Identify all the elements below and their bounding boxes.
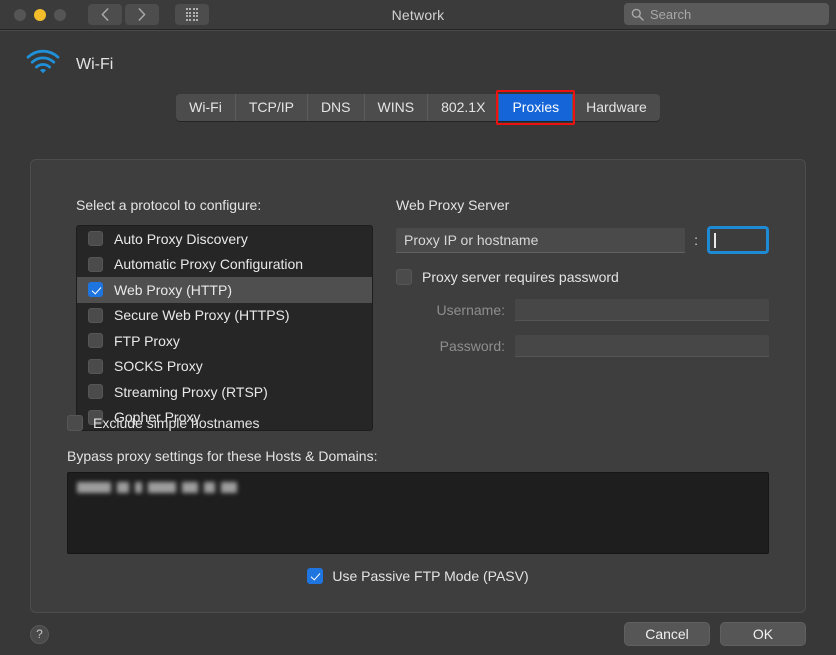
protocol-list-label: Select a protocol to configure: bbox=[76, 197, 262, 213]
requires-password-row[interactable]: Proxy server requires password bbox=[396, 269, 769, 285]
protocol-label: Secure Web Proxy (HTTPS) bbox=[114, 307, 290, 324]
host-port-separator: : bbox=[694, 232, 698, 248]
tab-label: Proxies bbox=[512, 99, 560, 115]
tab-wifi[interactable]: Wi-Fi bbox=[176, 94, 236, 121]
traffic-lights bbox=[0, 8, 66, 21]
protocol-row-socks-proxy[interactable]: SOCKS Proxy bbox=[77, 354, 372, 380]
ok-button[interactable]: OK bbox=[720, 622, 806, 646]
proxy-host-row: : bbox=[396, 226, 769, 254]
tab-label: WINS bbox=[377, 99, 415, 115]
proxy-port-input[interactable] bbox=[707, 226, 769, 254]
protocol-label: SOCKS Proxy bbox=[114, 358, 203, 375]
show-all-button[interactable] bbox=[175, 4, 209, 25]
password-label: Password: bbox=[439, 338, 505, 354]
proxy-host-input[interactable] bbox=[396, 227, 686, 253]
tab-label: Hardware bbox=[586, 99, 647, 115]
protocol-checkbox[interactable] bbox=[88, 307, 103, 323]
navigation-buttons bbox=[88, 4, 159, 25]
username-row: Username: bbox=[396, 299, 769, 321]
service-header: Wi-Fi bbox=[0, 31, 836, 80]
tab-8021x[interactable]: 802.1X bbox=[428, 94, 500, 121]
protocol-checkbox[interactable] bbox=[88, 256, 103, 272]
protocol-row-streaming-proxy-rtsp[interactable]: Streaming Proxy (RTSP) bbox=[77, 379, 372, 405]
network-preferences-window: Network Search Wi-Fi Wi-Fi TCP/IP DNS WI… bbox=[0, 0, 836, 655]
tab-dns[interactable]: DNS bbox=[308, 94, 365, 121]
protocol-checkbox[interactable] bbox=[88, 358, 103, 374]
cancel-button[interactable]: Cancel bbox=[624, 622, 710, 646]
chevron-right-icon bbox=[138, 8, 146, 21]
search-field[interactable]: Search bbox=[624, 3, 829, 25]
window-toolbar: Network Search bbox=[0, 0, 836, 30]
protocol-row-secure-web-proxy-https[interactable]: Secure Web Proxy (HTTPS) bbox=[77, 303, 372, 329]
username-input bbox=[515, 299, 769, 321]
tab-wins[interactable]: WINS bbox=[365, 94, 429, 121]
preferences-content: Wi-Fi Wi-Fi TCP/IP DNS WINS 802.1X Proxi… bbox=[0, 30, 836, 655]
search-placeholder: Search bbox=[650, 6, 692, 22]
tab-label: DNS bbox=[320, 99, 351, 115]
text-caret bbox=[714, 232, 716, 248]
tab-label: Wi-Fi bbox=[189, 99, 222, 115]
help-button[interactable]: ? bbox=[30, 624, 49, 644]
username-label: Username: bbox=[436, 302, 505, 318]
protocol-label: Automatic Proxy Configuration bbox=[114, 256, 304, 273]
exclude-simple-hostnames-row[interactable]: Exclude simple hostnames bbox=[67, 415, 260, 431]
protocol-checkbox[interactable] bbox=[88, 282, 103, 298]
redacted-content bbox=[68, 473, 768, 493]
exclude-simple-hostnames-label: Exclude simple hostnames bbox=[93, 415, 260, 431]
search-icon bbox=[631, 8, 644, 21]
password-input bbox=[515, 335, 769, 357]
passive-ftp-checkbox[interactable] bbox=[307, 568, 324, 584]
protocol-row-automatic-proxy-configuration[interactable]: Automatic Proxy Configuration bbox=[77, 252, 372, 278]
proxies-panel: Select a protocol to configure: Auto Pro… bbox=[30, 159, 806, 613]
minimize-button[interactable] bbox=[34, 8, 46, 21]
back-button[interactable] bbox=[88, 4, 122, 25]
close-button[interactable] bbox=[14, 8, 26, 21]
passive-ftp-row[interactable]: Use Passive FTP Mode (PASV) bbox=[31, 568, 805, 584]
requires-password-label: Proxy server requires password bbox=[422, 269, 619, 285]
dialog-footer: ? Cancel OK bbox=[0, 613, 836, 655]
exclude-simple-hostnames-checkbox[interactable] bbox=[67, 415, 83, 431]
zoom-button[interactable] bbox=[54, 8, 66, 21]
help-icon: ? bbox=[36, 627, 43, 641]
bypass-label: Bypass proxy settings for these Hosts & … bbox=[67, 448, 378, 464]
wifi-icon bbox=[26, 49, 60, 80]
protocol-column: Select a protocol to configure: Auto Pro… bbox=[76, 197, 373, 431]
protocol-label: Auto Proxy Discovery bbox=[114, 230, 248, 247]
protocol-label: FTP Proxy bbox=[114, 332, 180, 349]
tab-tcpip[interactable]: TCP/IP bbox=[236, 94, 308, 121]
protocol-row-auto-proxy-discovery[interactable]: Auto Proxy Discovery bbox=[77, 226, 372, 252]
service-name: Wi-Fi bbox=[76, 55, 114, 73]
protocol-list[interactable]: Auto Proxy Discovery Automatic Proxy Con… bbox=[76, 225, 373, 431]
bypass-textarea[interactable] bbox=[67, 472, 769, 554]
protocol-checkbox[interactable] bbox=[88, 231, 103, 247]
tab-proxies[interactable]: Proxies bbox=[496, 90, 575, 125]
protocol-checkbox[interactable] bbox=[88, 384, 103, 400]
chevron-left-icon bbox=[101, 8, 109, 21]
protocol-label: Streaming Proxy (RTSP) bbox=[114, 383, 268, 400]
tab-hardware[interactable]: Hardware bbox=[573, 94, 660, 121]
tab-label: 802.1X bbox=[441, 99, 486, 115]
forward-button[interactable] bbox=[125, 4, 159, 25]
passive-ftp-label: Use Passive FTP Mode (PASV) bbox=[332, 568, 529, 584]
tab-bar: Wi-Fi TCP/IP DNS WINS 802.1X Proxies Har… bbox=[0, 90, 836, 125]
password-row: Password: bbox=[396, 335, 769, 357]
protocol-row-ftp-proxy[interactable]: FTP Proxy bbox=[77, 328, 372, 354]
grid-icon bbox=[185, 8, 199, 21]
requires-password-checkbox[interactable] bbox=[396, 269, 412, 285]
protocol-label: Web Proxy (HTTP) bbox=[114, 281, 232, 298]
protocol-checkbox[interactable] bbox=[88, 333, 103, 349]
tab-label: TCP/IP bbox=[248, 99, 294, 115]
protocol-row-web-proxy-http[interactable]: Web Proxy (HTTP) bbox=[77, 277, 372, 303]
web-proxy-server-column: Web Proxy Server : Proxy server requires… bbox=[396, 197, 769, 357]
web-proxy-server-title: Web Proxy Server bbox=[396, 197, 510, 213]
